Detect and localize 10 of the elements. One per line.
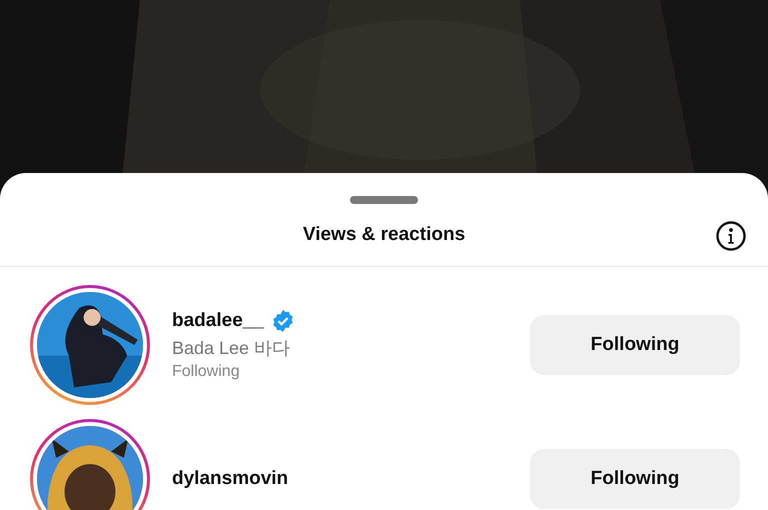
following-button[interactable]: Following [530,449,740,509]
display-name: Bada Lee 바다 [172,337,292,360]
sheet-title: Views & reactions [302,224,466,246]
username[interactable]: badalee__ [172,310,264,332]
verified-icon [270,309,295,333]
relation-label: Following [172,363,241,381]
info-icon[interactable] [715,220,747,252]
following-button[interactable]: Following [530,315,740,375]
drag-handle[interactable] [350,196,418,204]
username[interactable]: dylansmovin [172,468,288,490]
